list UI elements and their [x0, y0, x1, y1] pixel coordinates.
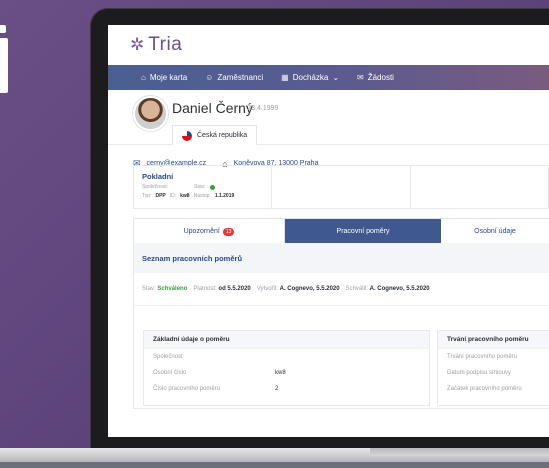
- tab-employment-label: Pracovní poměry: [336, 228, 390, 235]
- company-label: Společnost:: [142, 184, 169, 190]
- czech-flag-icon: [182, 130, 192, 141]
- nav-item-requests[interactable]: ✉ Žádosti: [357, 73, 394, 82]
- basic-info-title: Základní údaje o poměru: [144, 331, 429, 349]
- id-value: kw8: [180, 193, 190, 199]
- tab-alerts-label: Upozornění: [183, 228, 220, 235]
- table-row: Trvání pracovního poměru: [438, 349, 549, 365]
- row-label: Číslo pracovního poměru: [153, 386, 221, 392]
- position-cards: Pokladní Společnost: Stav: Typ: DPP ID: …: [133, 165, 549, 209]
- chevron-down-icon: ⌄: [332, 73, 340, 82]
- background-glyph: [0, 38, 8, 93]
- position-title: Pokladní: [142, 172, 174, 181]
- laptop-base-notch: [370, 448, 549, 456]
- profile-tabs: Upozornění 13 Pracovní poměry Osobní úda…: [133, 218, 549, 245]
- employment-section: Seznam pracovních poměrů Stav: Schváleno…: [133, 243, 549, 409]
- nav-label: Žádosti: [367, 73, 394, 82]
- position-card[interactable]: Pokladní Společnost: Stav: Typ: DPP ID: …: [134, 166, 273, 208]
- birth-date: - 23.4.1999: [243, 105, 279, 112]
- table-row: Číslo pracovního poměru 2: [144, 381, 429, 397]
- created-label: Vytvořil:: [256, 286, 278, 292]
- nav-label: Docházka: [292, 73, 329, 82]
- position-meta-company: Společnost: Stav:: [142, 184, 263, 190]
- background-glyph-dot: [0, 25, 6, 33]
- row-value: kw8: [275, 370, 286, 376]
- alerts-count-badge: 13: [222, 227, 235, 236]
- nav-item-attendance[interactable]: ▦ Docházka ⌄: [281, 73, 339, 82]
- start-label: Nástup:: [193, 193, 211, 199]
- row-label: Společnost: [153, 354, 183, 360]
- tab-alerts[interactable]: Upozornění 13: [134, 219, 285, 244]
- approved-label: Schválil:: [345, 286, 368, 292]
- section-divider: [134, 305, 549, 306]
- row-label: Datum podpisu smlouvy: [447, 370, 512, 376]
- table-row: Datum podpisu smlouvy: [438, 365, 549, 381]
- approved-value: A. Cognevo, 5.5.2020: [369, 286, 430, 292]
- row-label: Trvání pracovního poměru: [447, 354, 518, 360]
- logo-bar: ✲ Tria: [108, 25, 549, 65]
- profile-header: Daniel Černý - 23.4.1999 Česká republika: [108, 90, 549, 152]
- home-icon: ⌂: [141, 73, 146, 82]
- tab-personal[interactable]: Osobní údaje: [441, 219, 549, 244]
- table-row: Společnost: [144, 349, 429, 365]
- laptop-base-shadow: [0, 462, 549, 468]
- country-label: Česká republika: [197, 132, 248, 139]
- table-row: Začátek pracovního poměru: [438, 381, 549, 397]
- laptop-screen: ✲ Tria ⌂ Moje karta ☺ Zaměstnanci ▦ Doch…: [108, 25, 549, 437]
- row-value: 2: [275, 386, 279, 392]
- status-dot: [209, 184, 215, 190]
- status-label: Stav:: [142, 286, 156, 292]
- nav-item-my-card[interactable]: ⌂ Moje karta: [141, 73, 187, 82]
- status-label: Stav:: [194, 184, 206, 190]
- section-title: Seznam pracovních poměrů: [134, 243, 549, 273]
- row-label: Začátek pracovního poměru: [447, 386, 522, 392]
- country-tab[interactable]: Česká republika: [172, 125, 258, 145]
- nav-item-employees[interactable]: ☺ Zaměstnanci: [205, 73, 263, 82]
- validity-label: Platnost:: [193, 286, 217, 292]
- duration-title: Trvání pracovního poměru: [438, 331, 549, 349]
- table-row: Osobní číslo kw8: [144, 365, 429, 381]
- app-logo-text[interactable]: Tria: [148, 34, 182, 56]
- calendar-icon: ▦: [281, 73, 289, 82]
- start-value: 1.1.2019: [214, 193, 235, 199]
- nav-label: Moje karta: [149, 73, 188, 82]
- row-label: Osobní číslo: [153, 370, 187, 376]
- basic-info-box: Základní údaje o poměru Společnost Osobn…: [143, 330, 430, 406]
- empty-card: [272, 166, 411, 208]
- type-label: Typ:: [142, 193, 152, 199]
- validity-value: od 5.5.2020: [218, 286, 251, 292]
- id-label: ID:: [169, 193, 177, 199]
- status-value: Schváleno: [157, 286, 188, 292]
- nav-label: Zaměstnanci: [217, 73, 264, 82]
- main-nav: ⌂ Moje karta ☺ Zaměstnanci ▦ Docházka ⌄ …: [108, 65, 549, 90]
- empty-card: [411, 166, 549, 208]
- duration-box: Trvání pracovního poměru Trvání pracovní…: [437, 330, 549, 406]
- type-value: DPP: [155, 193, 166, 199]
- status-line: Stav: Schváleno Platnost: od 5.5.2020 Vy…: [134, 273, 549, 305]
- people-icon: ☺: [205, 73, 214, 82]
- created-value: A. Cognevo, 5.5.2020: [279, 286, 340, 292]
- avatar: [133, 96, 168, 131]
- atom-logo-icon: ✲: [130, 35, 145, 54]
- mail-icon: ✉: [357, 73, 364, 82]
- tab-personal-label: Osobní údaje: [474, 228, 516, 235]
- position-meta-type: Typ: DPP ID: kw8 Nástup: 1.1.2019: [142, 193, 263, 199]
- employee-name: Daniel Černý: [172, 100, 253, 116]
- tab-employment[interactable]: Pracovní poměry: [285, 219, 441, 244]
